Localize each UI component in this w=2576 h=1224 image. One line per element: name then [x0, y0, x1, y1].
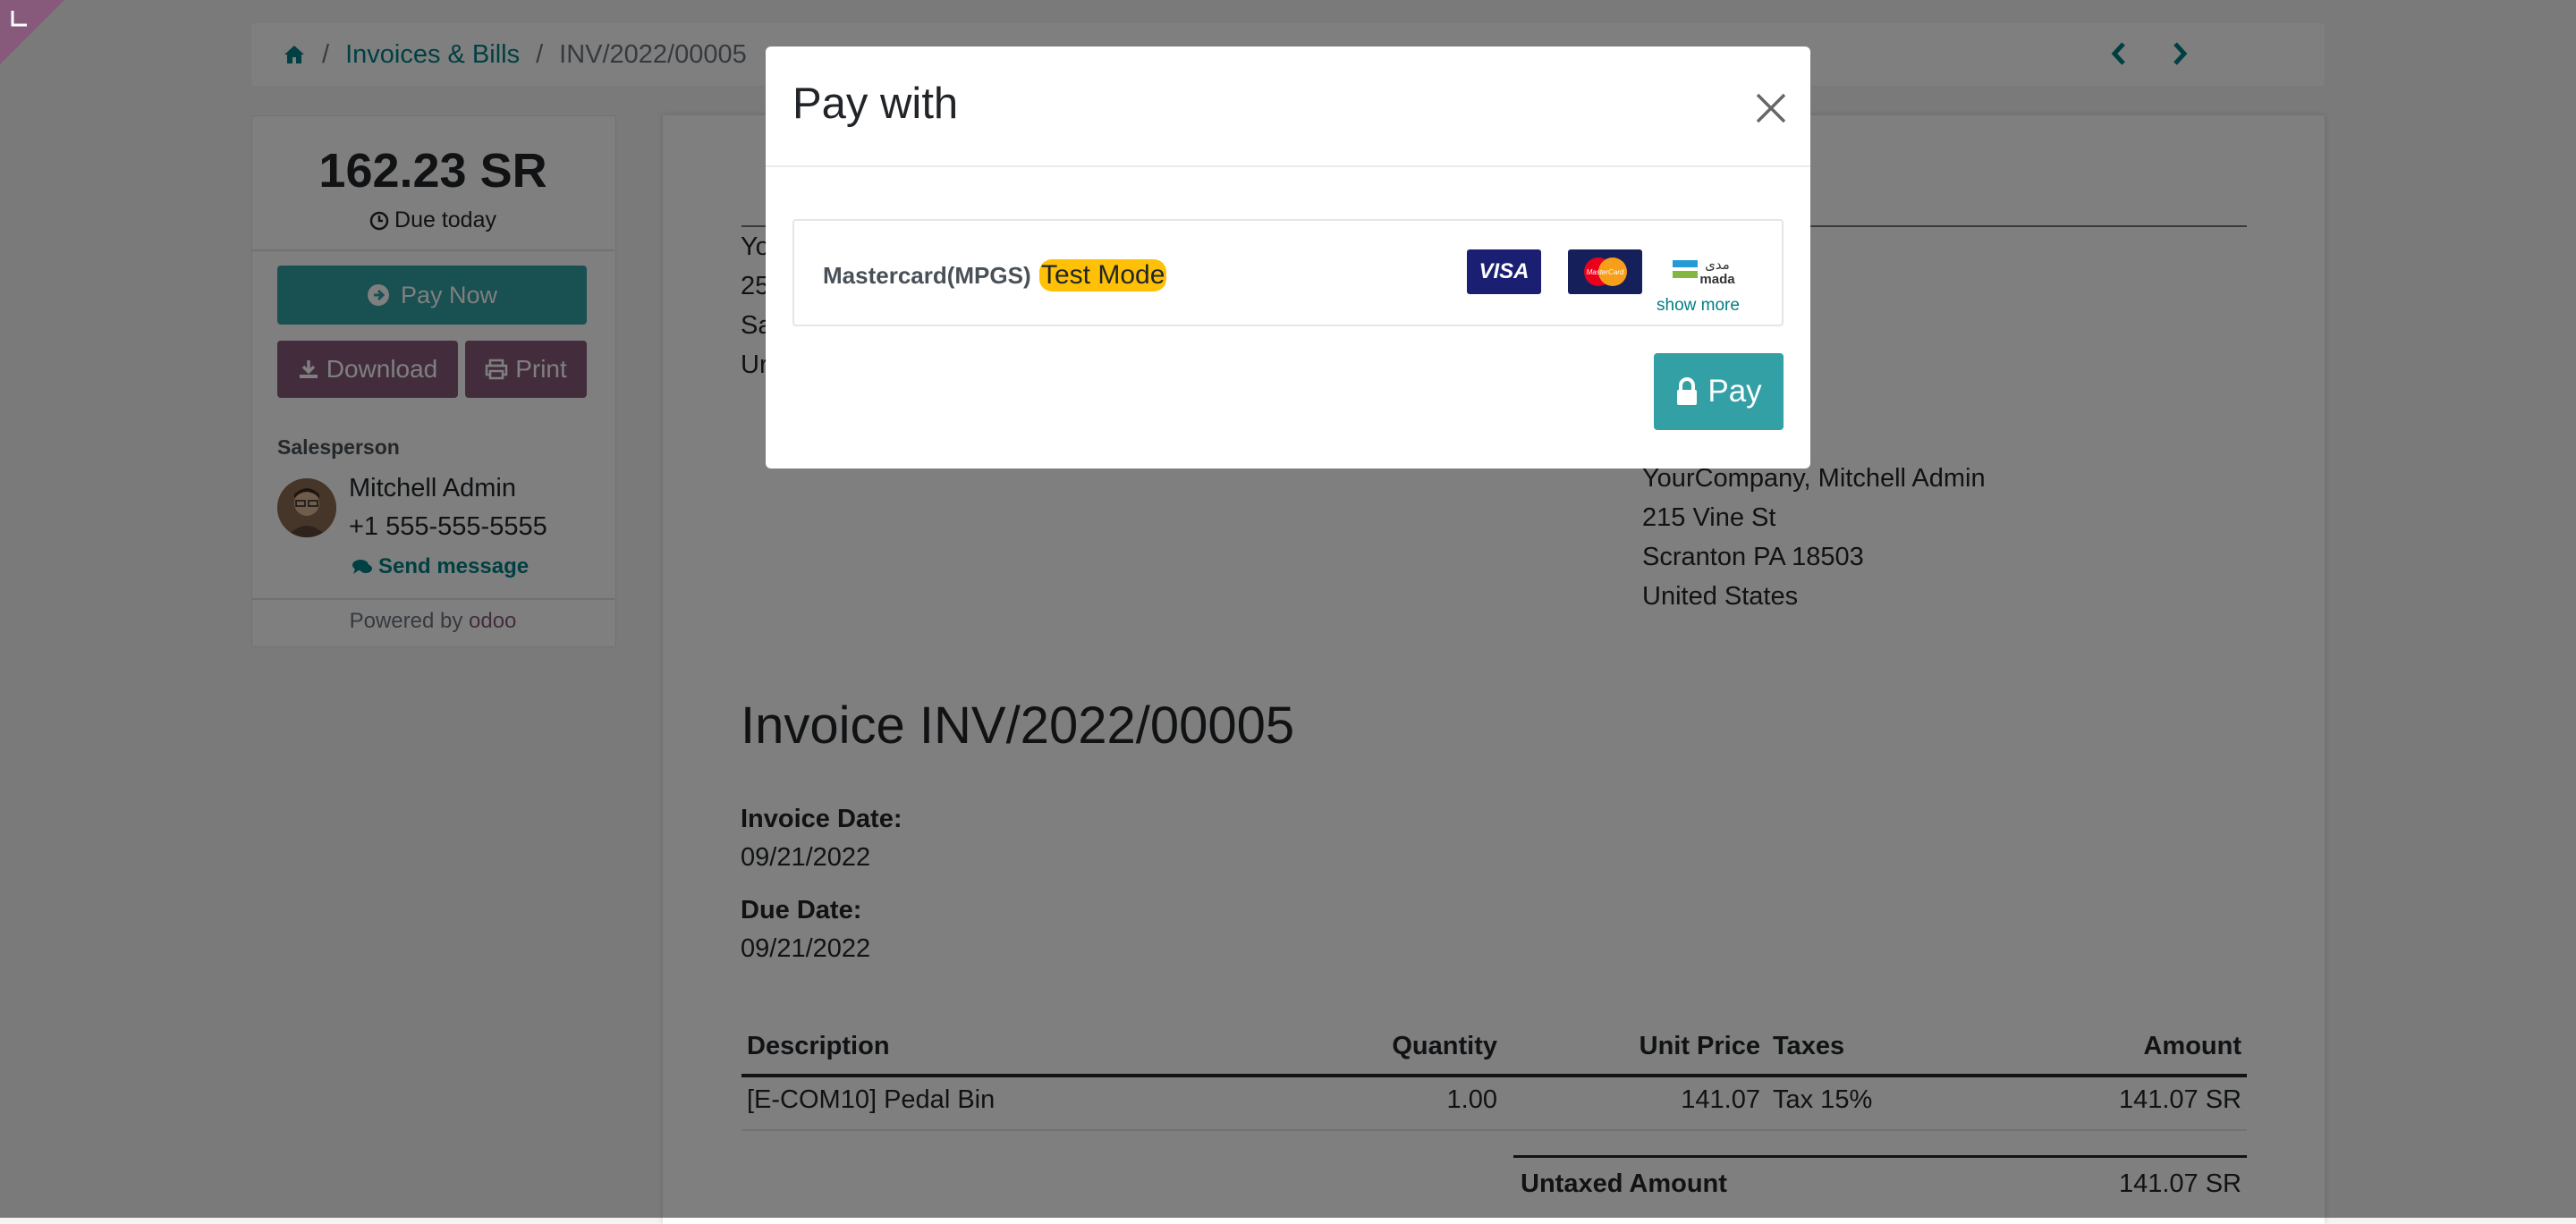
close-icon[interactable] [1749, 86, 1793, 131]
mastercard-icon: MasterCard [1568, 249, 1642, 294]
dialog-header-divider [766, 165, 1810, 167]
corner-arrow-icon [9, 9, 29, 33]
mada-text: mada [1699, 272, 1735, 287]
test-mode-badge: Test Mode [1039, 259, 1167, 291]
lock-icon [1675, 377, 1699, 406]
visa-card-icon: VISA [1467, 249, 1541, 294]
dialog-title: Pay with [792, 80, 959, 128]
payment-provider-name: Mastercard(MPGS) [823, 262, 1031, 289]
pay-label: Pay [1707, 374, 1762, 409]
mastercard-text: MasterCard [1587, 268, 1624, 276]
show-more-link[interactable]: show more [1657, 296, 1740, 316]
mada-arabic-text: مدى [1705, 257, 1730, 273]
mada-card-icon: مدى mada [1665, 249, 1740, 294]
pay-button[interactable]: Pay [1654, 353, 1784, 430]
